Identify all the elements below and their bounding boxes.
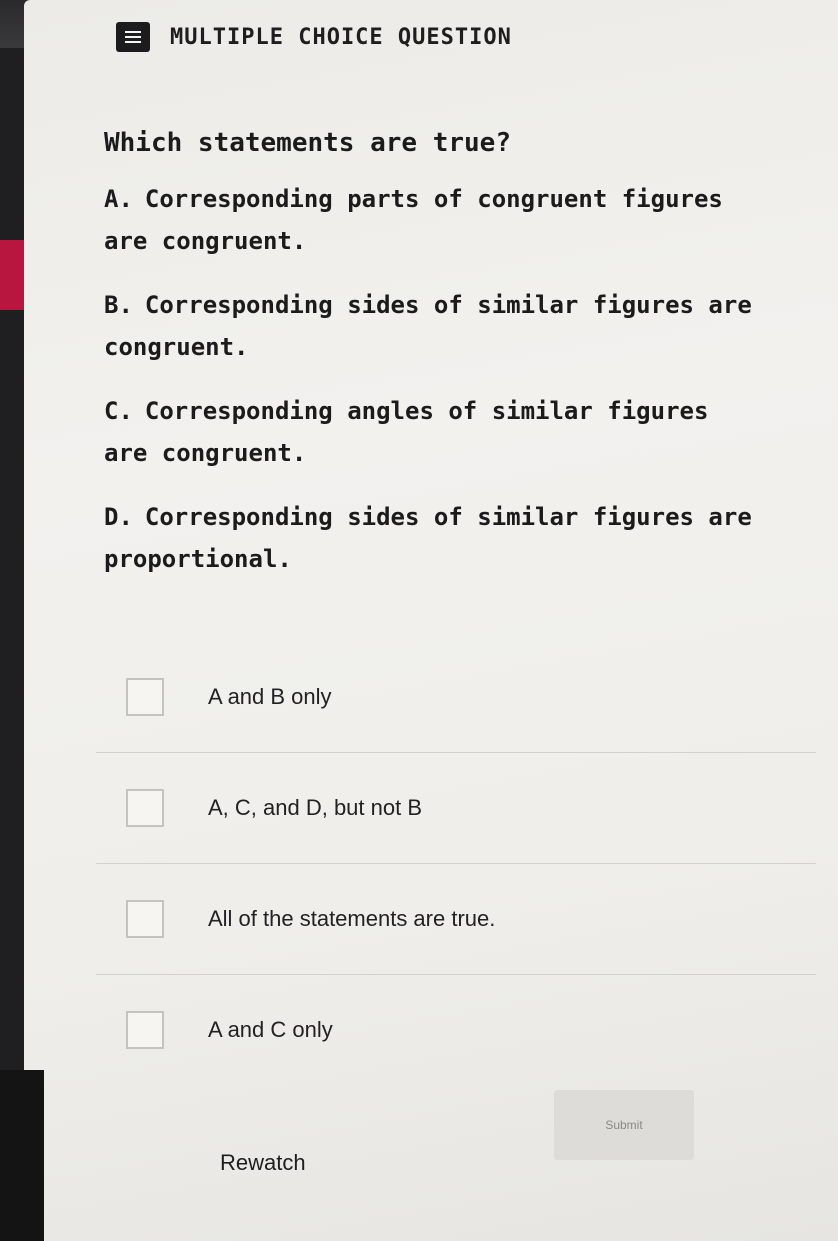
statement-letter: C. [104, 397, 133, 425]
question-header: MULTIPLE CHOICE QUESTION [116, 22, 512, 52]
statement-letter: D. [104, 503, 133, 531]
statement-text: Corresponding sides of similar figures a… [104, 291, 752, 361]
option-label: A and B only [208, 684, 332, 709]
option-label: A and C only [208, 1017, 333, 1042]
statement-a: A. Corresponding parts of congruent figur… [104, 178, 764, 262]
left-accent-bar [0, 240, 24, 310]
question-prompt: Which statements are true? [104, 128, 511, 158]
statement-text: Corresponding sides of similar figures a… [104, 503, 752, 573]
list-icon [116, 22, 150, 52]
statement-text: Corresponding angles of similar figures … [104, 397, 709, 467]
submit-button[interactable]: Submit [554, 1090, 694, 1160]
statement-c: C. Corresponding angles of similar figure… [104, 390, 764, 474]
question-body: Which statements are true? A. Correspondi… [104, 128, 764, 602]
answer-option-1[interactable]: A and B only [96, 642, 816, 753]
option-checkbox[interactable] [126, 900, 164, 938]
statement-letter: A. [104, 185, 133, 213]
statement-b: B. Corresponding sides of similar figures… [104, 284, 764, 368]
bottom-left-frame [0, 1070, 44, 1241]
option-label: All of the statements are true. [208, 906, 496, 931]
statement-text: Corresponding parts of congruent figures… [104, 185, 723, 255]
statement-letter: B. [104, 291, 133, 319]
answer-options: A and B only A, C, and D, but not B All … [96, 642, 816, 1085]
option-checkbox[interactable] [126, 678, 164, 716]
rewatch-link[interactable]: Rewatch [220, 1150, 306, 1176]
answer-option-3[interactable]: All of the statements are true. [96, 864, 816, 975]
statement-d: D. Corresponding sides of similar figures… [104, 496, 764, 580]
option-label: A, C, and D, but not B [208, 795, 423, 820]
answer-option-2[interactable]: A, C, and D, but not B [96, 753, 816, 864]
option-checkbox[interactable] [126, 1011, 164, 1049]
option-checkbox[interactable] [126, 789, 164, 827]
question-type-title: MULTIPLE CHOICE QUESTION [170, 24, 512, 50]
answer-option-4[interactable]: A and C only [96, 975, 816, 1085]
